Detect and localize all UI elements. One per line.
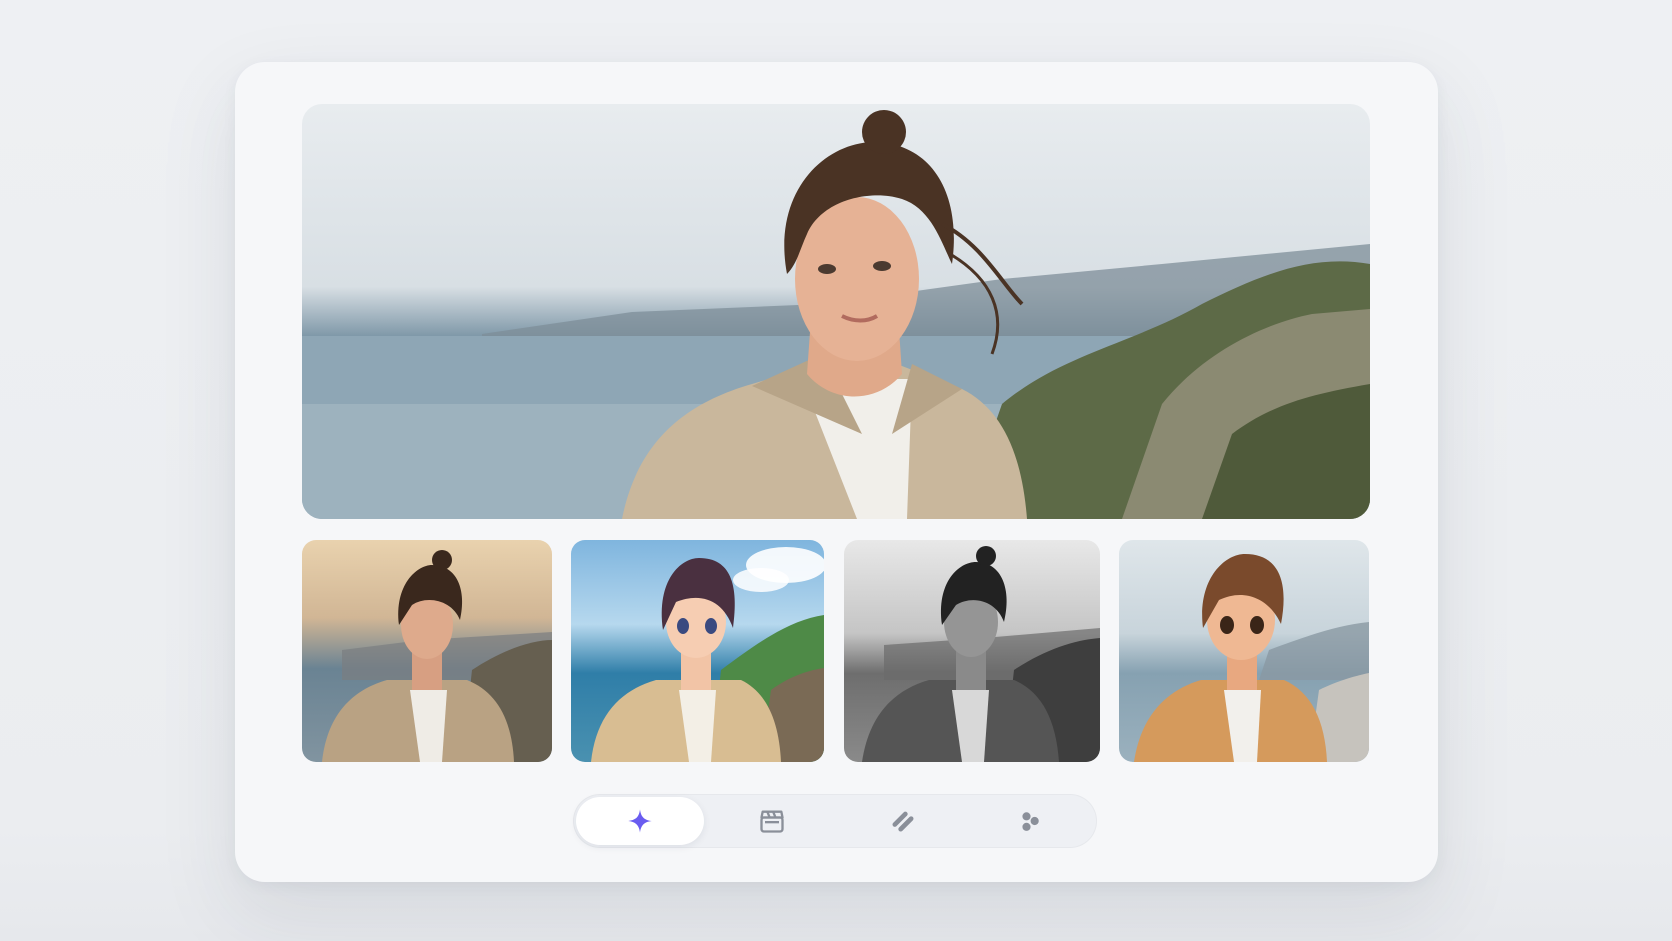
tool-slashes[interactable]: [839, 797, 967, 845]
thumbnail-black-and-white[interactable]: [844, 540, 1100, 762]
thumbnail-anime[interactable]: [571, 540, 824, 762]
tool-dots-cluster[interactable]: [966, 797, 1094, 845]
thumbnail-black-and-white-art: [862, 546, 1100, 762]
gallery-card: [235, 62, 1438, 882]
hero-image[interactable]: [302, 104, 1370, 519]
thumbnail-3d-cartoon[interactable]: [1119, 540, 1369, 762]
dots-cluster-icon: [1022, 812, 1039, 831]
hero-illustration: [302, 110, 1370, 519]
sparkle-icon: [628, 809, 652, 833]
thumbnail-3d-cartoon-art: [1134, 554, 1369, 762]
tool-clapperboard[interactable]: [708, 797, 836, 845]
style-toolbar: [573, 794, 1097, 848]
slashes-icon: [892, 811, 914, 832]
tool-sparkle[interactable]: [576, 797, 704, 845]
clapperboard-icon: [760, 810, 784, 833]
thumbnail-photographic-art: [322, 550, 552, 762]
thumbnail-anime-art: [591, 547, 824, 762]
thumbnail-photographic[interactable]: [302, 540, 552, 762]
